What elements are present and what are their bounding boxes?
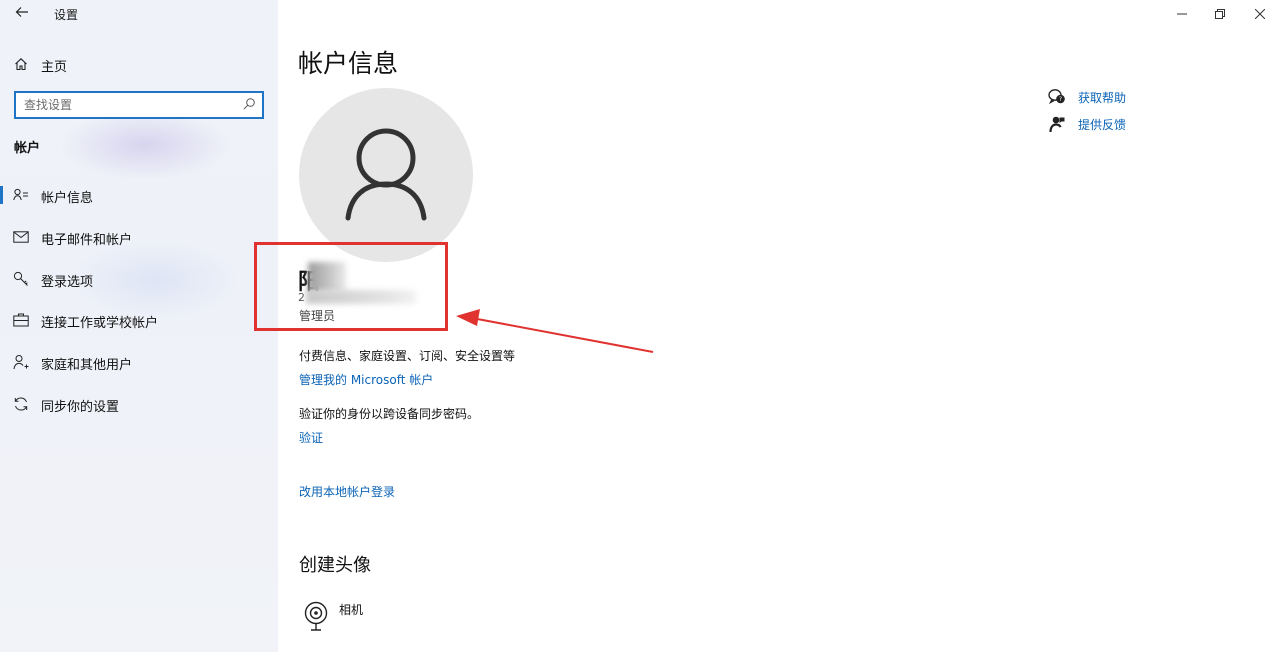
sidebar-item-label: 同步你的设置 <box>41 400 120 415</box>
app-title: 设置 <box>54 8 79 22</box>
sync-icon <box>13 396 29 412</box>
close-icon <box>1255 9 1265 19</box>
feedback-label[interactable]: 提供反馈 <box>1078 116 1126 133</box>
user-silhouette-icon <box>345 128 427 221</box>
restore-icon <box>1215 9 1225 19</box>
close-button[interactable] <box>1250 6 1270 22</box>
sidebar-item-home[interactable]: 主页 <box>0 50 278 78</box>
camera-icon[interactable] <box>302 600 330 632</box>
sidebar-item-sync[interactable]: 同步你的设置 <box>0 389 278 419</box>
manage-account-link[interactable]: 管理我的 Microsoft 帐户 <box>299 371 433 388</box>
sidebar-item-family[interactable]: 家庭和其他用户 <box>0 347 278 377</box>
mail-icon <box>13 229 29 245</box>
get-help-link[interactable]: ? 获取帮助 <box>1048 87 1168 107</box>
sidebar-item-label: 登录选项 <box>41 275 94 290</box>
feedback-icon <box>1049 116 1065 133</box>
person-add-icon <box>13 354 29 370</box>
account-info-icon <box>13 187 29 203</box>
sidebar-item-email[interactable]: 电子邮件和帐户 <box>0 222 278 252</box>
page-title: 帐户信息 <box>298 49 399 78</box>
search-box[interactable] <box>14 91 264 119</box>
minimize-icon <box>1177 13 1187 15</box>
arrow-left-icon <box>15 7 28 17</box>
restore-button[interactable] <box>1210 6 1230 22</box>
create-avatar-title: 创建头像 <box>299 555 371 576</box>
minimize-button[interactable] <box>1172 6 1192 22</box>
billing-description: 付费信息、家庭设置、订阅、安全设置等 <box>299 349 516 363</box>
sidebar-item-label: 主页 <box>41 60 68 75</box>
sidebar-item-work-school[interactable]: 连接工作或学校帐户 <box>0 305 278 335</box>
back-button[interactable] <box>12 4 32 24</box>
verify-description: 验证你的身份以跨设备同步密码。 <box>299 407 480 421</box>
get-help-label[interactable]: 获取帮助 <box>1078 89 1126 106</box>
feedback-link[interactable]: 提供反馈 <box>1048 114 1168 134</box>
key-icon <box>13 271 29 287</box>
search-input[interactable] <box>24 93 234 117</box>
local-account-link[interactable]: 改用本地帐户登录 <box>299 483 395 500</box>
svg-text:?: ? <box>1059 96 1062 103</box>
sidebar: 设置 主页 帐户 帐户信息 <box>0 0 278 652</box>
sidebar-item-label: 连接工作或学校帐户 <box>41 316 159 331</box>
sidebar-item-label: 家庭和其他用户 <box>41 358 133 373</box>
verify-link[interactable]: 验证 <box>299 429 323 446</box>
section-title: 帐户 <box>14 141 41 156</box>
annotation-highlight-box <box>254 242 448 331</box>
sidebar-item-label: 帐户信息 <box>41 191 94 206</box>
sidebar-item-sign-in-options[interactable]: 登录选项 <box>0 264 278 294</box>
active-indicator <box>0 186 3 204</box>
search-icon[interactable] <box>242 97 256 111</box>
sidebar-item-label: 电子邮件和帐户 <box>41 233 133 248</box>
briefcase-icon <box>13 312 29 328</box>
camera-label[interactable]: 相机 <box>339 601 363 618</box>
chat-help-icon: ? <box>1048 89 1065 105</box>
home-icon <box>13 56 29 72</box>
background-blur <box>60 110 230 180</box>
avatar <box>299 88 473 262</box>
sidebar-item-account-info[interactable]: 帐户信息 <box>0 180 278 210</box>
